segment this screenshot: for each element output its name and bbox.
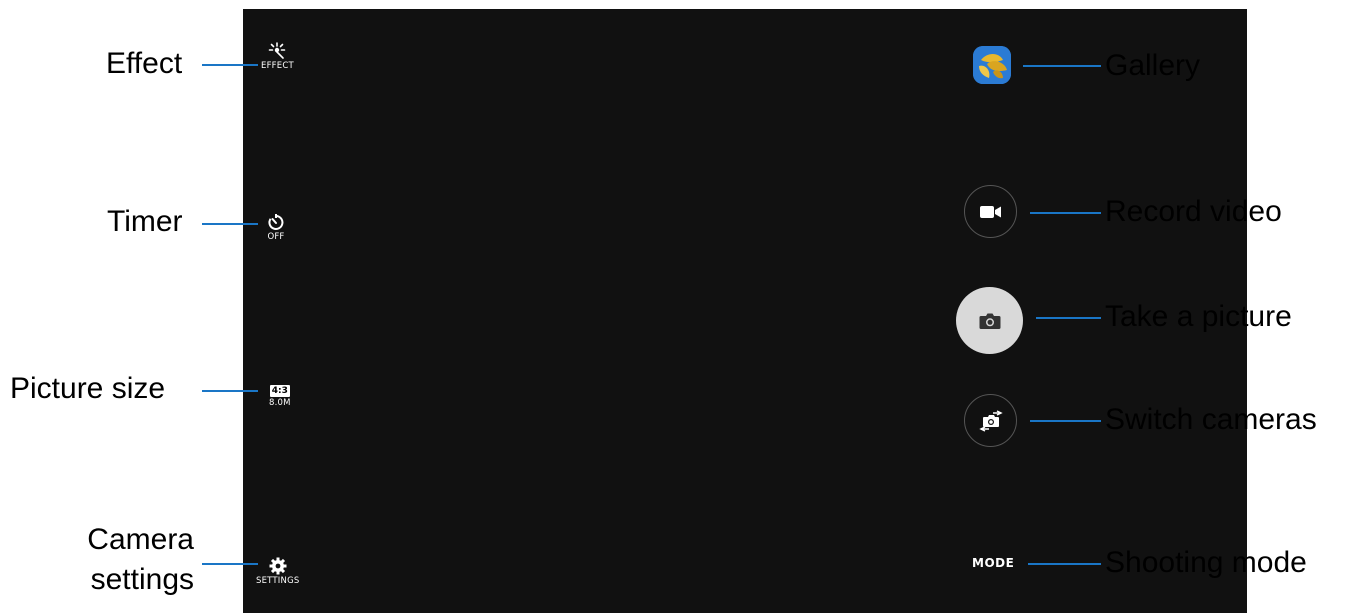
callout-gallery: Gallery bbox=[1105, 49, 1201, 82]
callout-timer: Timer bbox=[107, 205, 183, 238]
callout-line-timer bbox=[202, 223, 258, 225]
take-picture-button[interactable] bbox=[956, 287, 1023, 354]
shooting-mode-button[interactable]: MODE bbox=[972, 556, 1014, 570]
callout-take-picture: Take a picture bbox=[1105, 300, 1292, 333]
callout-picture-size: Picture size bbox=[10, 372, 166, 405]
settings-label: SETTINGS bbox=[256, 576, 300, 586]
camera-viewfinder: EFFECT OFF 4:3 8.0M SETTINGS MODE bbox=[243, 9, 1247, 613]
callout-camera-settings-line1: Camera bbox=[87, 523, 194, 556]
picture-size-resolution: 8.0M bbox=[269, 398, 291, 408]
timer-status: OFF bbox=[267, 232, 285, 242]
effect-sparkle-icon bbox=[269, 42, 286, 59]
callout-line-record-video bbox=[1030, 212, 1101, 214]
picture-size-button[interactable]: 4:3 8.0M bbox=[269, 385, 291, 408]
callout-camera-settings-line2: settings bbox=[90, 563, 194, 596]
callout-line-shooting-mode bbox=[1028, 563, 1101, 565]
gear-icon bbox=[269, 557, 287, 575]
switch-camera-icon bbox=[978, 409, 1003, 432]
timer-button[interactable]: OFF bbox=[267, 213, 285, 242]
camera-icon bbox=[979, 313, 1000, 329]
record-video-button[interactable] bbox=[964, 185, 1017, 238]
callout-line-camera-settings bbox=[202, 563, 258, 565]
video-camera-icon bbox=[979, 205, 1001, 218]
camera-settings-button[interactable]: SETTINGS bbox=[256, 557, 299, 586]
callout-line-switch-cameras bbox=[1030, 420, 1101, 422]
callout-line-take-picture bbox=[1036, 317, 1101, 319]
callout-line-picture-size bbox=[202, 390, 258, 392]
gallery-thumbnail-icon bbox=[973, 46, 1011, 84]
effect-button[interactable]: EFFECT bbox=[261, 42, 294, 71]
aspect-ratio-icon: 4:3 bbox=[269, 385, 290, 397]
callout-shooting-mode: Shooting mode bbox=[1105, 546, 1307, 579]
gallery-button[interactable] bbox=[973, 46, 1011, 84]
callout-line-gallery bbox=[1023, 65, 1101, 67]
callout-effect: Effect bbox=[106, 47, 183, 80]
timer-icon bbox=[268, 214, 284, 230]
effect-label: EFFECT bbox=[261, 61, 294, 71]
callout-switch-cameras: Switch cameras bbox=[1105, 403, 1317, 436]
switch-cameras-button[interactable] bbox=[964, 394, 1017, 447]
callout-line-effect bbox=[202, 64, 258, 66]
callout-record-video: Record video bbox=[1105, 195, 1282, 228]
